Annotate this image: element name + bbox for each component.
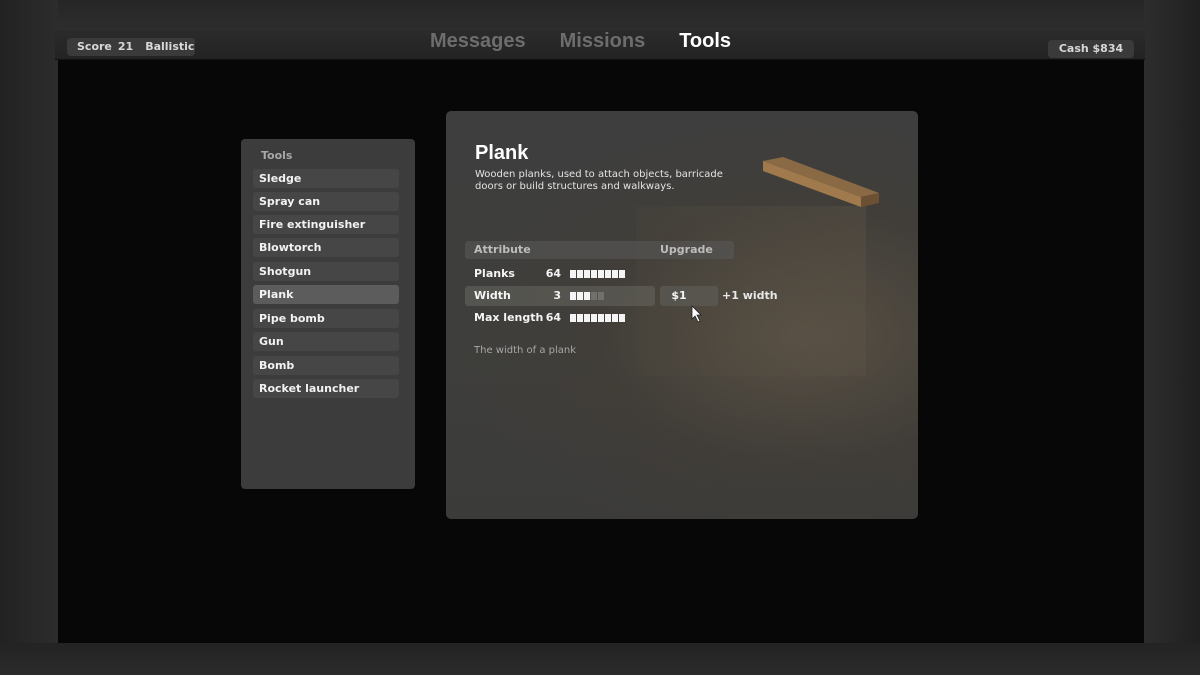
game-mode: Ballistic	[145, 40, 195, 53]
level-segment-filled	[619, 270, 625, 278]
tool-detail-panel: Plank Wooden planks, used to attach obje…	[446, 111, 918, 519]
level-segment-filled	[612, 270, 618, 278]
level-segment-empty	[591, 292, 597, 300]
tool-item-plank[interactable]: Plank	[253, 285, 399, 304]
level-bar	[570, 270, 625, 278]
tool-item-gun[interactable]: Gun	[253, 332, 399, 351]
score-value: 21	[117, 40, 134, 53]
attribute-hint: The width of a plank	[474, 345, 577, 356]
tool-item-sledge[interactable]: Sledge	[253, 169, 399, 188]
attribute-value: 3	[553, 289, 561, 302]
level-segment-filled	[612, 314, 618, 322]
level-segment-filled	[584, 314, 590, 322]
level-segment-filled	[570, 270, 576, 278]
level-segment-filled	[584, 270, 590, 278]
attribute-name: Width	[474, 289, 511, 302]
room-frame-bottom	[0, 643, 1200, 675]
attribute-row-max-length: Max length 64	[465, 308, 795, 328]
level-segment-filled	[605, 314, 611, 322]
attribute-column-header: Attribute	[474, 243, 531, 256]
tool-item-rocket-launcher[interactable]: Rocket launcher	[253, 379, 399, 398]
room-frame-right	[1144, 0, 1200, 675]
level-segment-filled	[584, 292, 590, 300]
mouse-cursor-icon	[691, 305, 702, 323]
attribute-value: 64	[545, 267, 561, 280]
level-segment-filled	[577, 292, 583, 300]
level-segment-filled	[598, 270, 604, 278]
tool-description: Wooden planks, used to attach objects, b…	[475, 169, 723, 192]
level-bar	[570, 314, 625, 322]
level-segment-filled	[570, 292, 576, 300]
tab-missions[interactable]: Missions	[560, 30, 646, 54]
upgrade-column-header: Upgrade	[660, 243, 713, 256]
main-tabs: Messages Missions Tools	[430, 30, 765, 54]
level-segment-filled	[591, 270, 597, 278]
upgrade-note: +1 width	[722, 289, 778, 302]
level-segment-empty	[598, 292, 604, 300]
level-bar	[570, 292, 604, 300]
level-segment-filled	[577, 314, 583, 322]
attribute-row-planks: Planks 64	[465, 264, 795, 284]
score-label: Score	[77, 40, 112, 53]
tool-item-blowtorch[interactable]: Blowtorch	[253, 238, 399, 257]
cash-badge: Cash $834	[1048, 40, 1134, 58]
tab-messages[interactable]: Messages	[430, 30, 526, 54]
level-segment-filled	[577, 270, 583, 278]
attribute-row-width: Width 3 $1 +1 width	[465, 286, 795, 306]
upgrade-price: $1	[671, 289, 687, 302]
score-badge: Score 21 Ballistic	[67, 38, 195, 56]
upgrade-width-button[interactable]: $1	[660, 286, 718, 306]
level-segment-filled	[619, 314, 625, 322]
level-segment-filled	[605, 270, 611, 278]
tool-item-spray-can[interactable]: Spray can	[253, 192, 399, 211]
attribute-name: Planks	[474, 267, 515, 280]
tool-list-panel: Tools Sledge Spray can Fire extinguisher…	[241, 139, 415, 489]
tool-item-fire-extinguisher[interactable]: Fire extinguisher	[253, 215, 399, 234]
attribute-value: 64	[545, 311, 561, 324]
level-segment-filled	[570, 314, 576, 322]
attribute-table-header: Attribute Upgrade	[465, 241, 734, 259]
tool-item-shotgun[interactable]: Shotgun	[253, 262, 399, 281]
tool-title: Plank	[475, 142, 529, 164]
level-segment-filled	[598, 314, 604, 322]
level-segment-filled	[591, 314, 597, 322]
tool-list-title: Tools	[261, 149, 293, 162]
tool-item-bomb[interactable]: Bomb	[253, 356, 399, 375]
plank-icon	[763, 157, 879, 207]
tab-tools[interactable]: Tools	[679, 30, 731, 54]
attribute-name: Max length	[474, 311, 544, 324]
room-frame-left	[0, 0, 58, 675]
tool-item-pipe-bomb[interactable]: Pipe bomb	[253, 309, 399, 328]
